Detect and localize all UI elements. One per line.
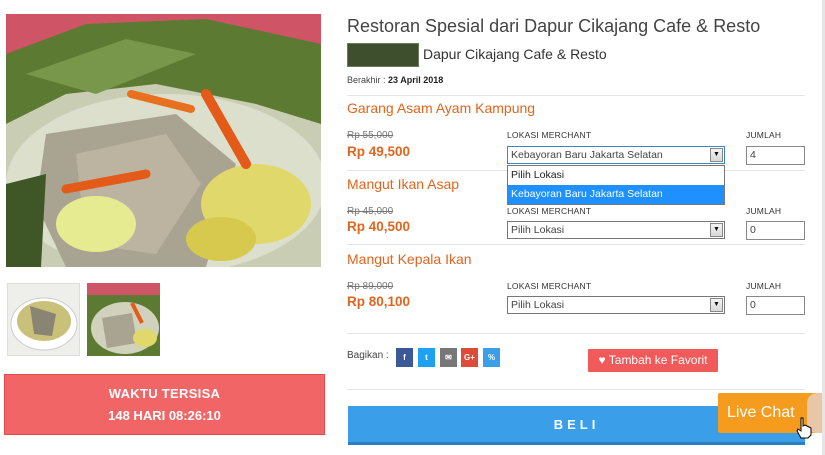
product-name: Mangut Kepala Ikan [347,251,472,267]
chevron-down-icon[interactable]: ▼ [710,298,723,312]
product-thumbnail-1[interactable] [7,283,80,356]
divider [347,95,805,96]
main-product-photo [6,14,321,267]
ends-date: 23 April 2018 [388,75,444,85]
discount-price: Rp 49,500 [347,144,411,159]
discount-price: Rp 80,100 [347,294,411,309]
product-name: Garang Asam Ayam Kampung [347,100,536,116]
location-select[interactable]: Pilih Lokasi ▼ [507,221,725,239]
quantity-label: JUMLAH [746,281,782,291]
quantity-input[interactable]: 4 [746,146,805,165]
discount-price: Rp 40,500 [347,219,411,234]
deal-title: Restoran Spesial dari Dapur Cikajang Caf… [347,16,761,36]
dropdown-option-selected[interactable]: Kebayoran Baru Jakarta Selatan [508,185,724,204]
location-label: LOKASI MERCHANT [507,281,592,291]
quantity-input[interactable]: 0 [746,221,805,240]
product-name: Mangut Ikan Asap [347,176,460,192]
heart-icon: ♥ [598,353,606,367]
link-icon[interactable]: % [483,348,500,367]
time-remaining-box: WAKTU TERSISA 148 HARI 08:26:10 [4,374,325,435]
favorite-label: Tambah ke Favorit [608,353,708,367]
quantity-input[interactable]: 0 [746,296,805,315]
chevron-down-icon[interactable]: ▼ [710,223,723,237]
product-thumbnail-2[interactable] [87,283,160,356]
original-price: Rp 55,000 [347,130,394,141]
location-select[interactable]: Kebayoran Baru Jakarta Selatan ▼ [507,146,725,164]
timer-label: WAKTU TERSISA [108,386,221,401]
ends-label: Berakhir : [347,75,389,85]
divider [347,389,805,390]
twitter-icon[interactable]: t [418,348,435,367]
location-label: LOKASI MERCHANT [507,206,592,216]
divider [347,244,805,245]
location-select-value: Pilih Lokasi [511,299,565,311]
share-label: Bagikan : [347,350,389,361]
timer-value: 148 HARI 08:26:10 [108,408,221,423]
quantity-label: JUMLAH [746,206,782,216]
location-dropdown-list: Pilih Lokasi Kebayoran Baru Jakarta Sela… [507,165,725,205]
dropdown-option[interactable]: Pilih Lokasi [508,166,724,185]
divider [347,333,805,334]
location-select-value: Kebayoran Baru Jakarta Selatan [511,149,663,161]
location-label: LOKASI MERCHANT [507,130,592,140]
deal-end-date: Berakhir : 23 April 2018 [347,75,443,85]
merchant-logo [347,43,419,67]
email-icon[interactable]: ✉ [440,348,457,367]
chevron-down-icon[interactable]: ▼ [710,148,723,162]
add-to-favorite-button[interactable]: ♥ Tambah ke Favorit [588,349,718,372]
merchant-name[interactable]: Dapur Cikajang Cafe & Resto [423,46,607,62]
hand-cursor-icon [796,417,812,439]
location-select[interactable]: Pilih Lokasi ▼ [507,296,725,314]
google-plus-icon[interactable]: G+ [461,348,478,367]
original-price: Rp 45,000 [347,206,394,217]
quantity-label: JUMLAH [746,130,782,140]
facebook-icon[interactable]: f [396,348,413,367]
location-select-value: Pilih Lokasi [511,224,565,236]
live-chat-label: Live Chat [727,404,795,421]
original-price: Rp 89,000 [347,281,394,292]
